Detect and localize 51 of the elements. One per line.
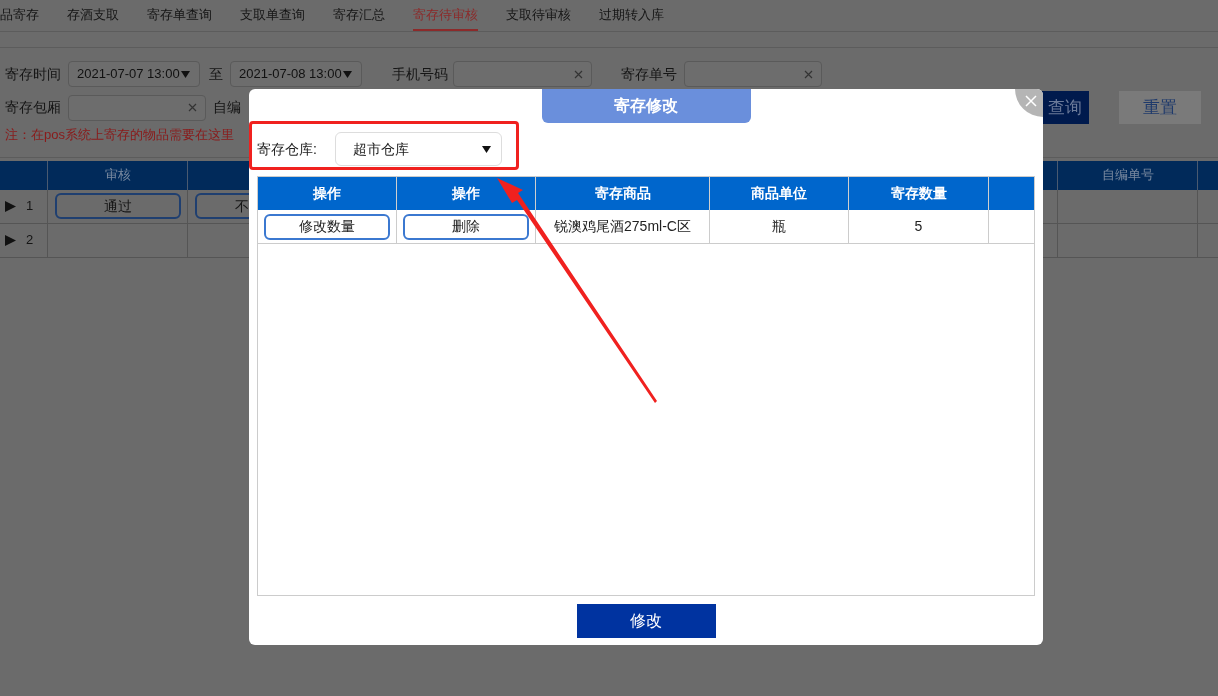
header-cell: 操作: [397, 177, 536, 210]
expand-icon[interactable]: [5, 200, 16, 212]
field-label: 寄存仓库:: [257, 139, 318, 159]
header-cell: [1198, 160, 1218, 190]
reset-button[interactable]: 重置: [1119, 91, 1201, 124]
caret-icon: [180, 70, 190, 78]
field-label: 寄存单号: [621, 64, 678, 84]
delete-button[interactable]: 删除: [403, 213, 529, 240]
header-cell: 操作: [258, 177, 397, 210]
field-label: 寄存包厢: [5, 98, 62, 117]
close-button[interactable]: [1015, 89, 1043, 117]
tab[interactable]: 支取待审核: [506, 0, 571, 31]
row-number: 1: [26, 197, 34, 216]
header-cell: 商品单位: [710, 177, 849, 210]
header-cell: 寄存商品: [536, 177, 710, 210]
tab[interactable]: 寄存汇总: [333, 0, 385, 31]
row-number: 2: [26, 231, 34, 250]
header-cell: [989, 177, 1034, 210]
caret-icon: [342, 70, 352, 78]
input-field[interactable]: [68, 94, 206, 121]
close-icon: [1025, 95, 1037, 107]
field-label: 手机号码: [392, 64, 449, 84]
clear-icon[interactable]: [574, 69, 583, 79]
edit-quantity-button[interactable]: 修改数量: [264, 213, 390, 240]
field-label: 自编: [213, 98, 241, 117]
date-select[interactable]: 2021-07-08 13:00: [230, 61, 362, 87]
clear-icon[interactable]: [804, 69, 813, 79]
tab[interactable]: 支取单查询: [240, 0, 305, 31]
header-cell: 自编单号: [1058, 160, 1198, 190]
table-cell: 5: [849, 210, 989, 244]
dialog-title: 寄存修改: [541, 89, 751, 123]
header-cell: [0, 160, 48, 190]
header-cell: 寄存数量: [849, 177, 989, 210]
approve-button[interactable]: 通过: [54, 193, 181, 219]
warehouse-select[interactable]: 超市仓库: [335, 132, 502, 166]
header-cell: 审核: [48, 160, 188, 190]
expand-icon[interactable]: [5, 234, 16, 246]
tab[interactable]: 存酒支取: [67, 0, 119, 31]
clear-icon[interactable]: [188, 103, 197, 112]
tab[interactable]: 品寄存: [0, 0, 39, 31]
tab[interactable]: 过期转入库: [599, 0, 664, 31]
input-field[interactable]: [684, 61, 822, 87]
field-label: 至: [209, 64, 223, 84]
tab[interactable]: 寄存单查询: [147, 0, 212, 31]
submit-button[interactable]: 修改: [576, 604, 716, 638]
input-field[interactable]: [453, 61, 592, 87]
date-select[interactable]: 2021-07-07 13:00: [68, 61, 200, 87]
field-label: 寄存时间: [5, 64, 62, 84]
note-text: 注：在pos系统上寄存的物品需要在这里: [4, 126, 235, 144]
caret-icon: [482, 145, 491, 153]
table-cell: 瓶: [710, 210, 849, 244]
